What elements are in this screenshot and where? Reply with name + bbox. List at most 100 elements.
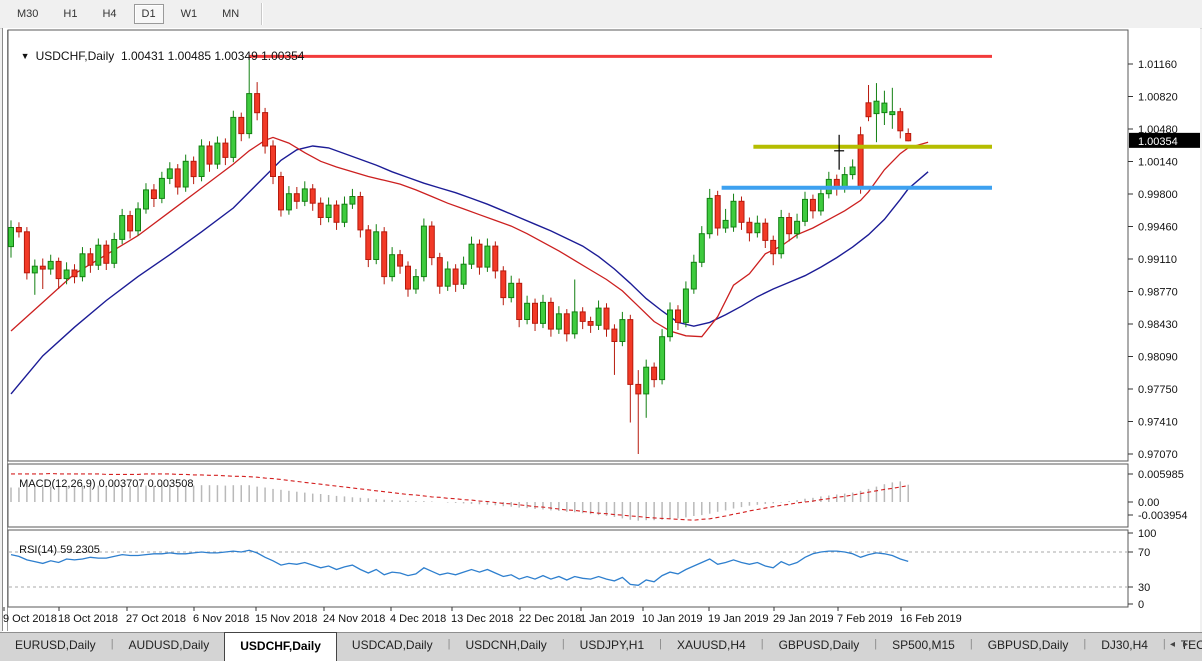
candle-body [183,161,188,187]
candle-body [691,262,696,289]
candle-body [612,329,617,341]
candle-body [223,143,228,157]
candle-body [493,246,498,271]
candle-body [755,223,760,233]
symbol-tab-bar: EURUSD,Daily|AUDUSD,DailyUSDCHF,DailyUSD… [0,632,1202,661]
candle-body [334,205,339,222]
price-chart-panel[interactable] [8,30,1128,461]
candle-body [699,234,704,263]
candle-body [818,194,823,211]
candle-body [429,226,434,258]
date-axis-label: 6 Nov 2018 [193,613,249,625]
candle-body [421,226,426,277]
macd-axis-label: 0.005985 [1138,469,1184,481]
price-axis-label: 0.99800 [1138,189,1178,201]
candle-body [263,113,268,146]
rsi-axis-label: 0 [1138,599,1144,611]
candle-body [358,197,363,230]
candle-body [771,240,776,253]
date-axis-label: 22 Dec 2018 [519,613,581,625]
chart-canvas[interactable]: 1.011601.008201.004801.001400.998000.994… [0,0,1202,660]
price-axis-label: 0.99110 [1138,254,1177,266]
candle-body [763,223,768,240]
candle-body [858,135,863,188]
candle-body [636,384,641,394]
tab-dj30-h4[interactable]: DJ30,H4 [1086,633,1163,661]
chart-title: ▼USDCHF,Daily 1.00431 1.00485 1.00349 1.… [14,35,304,63]
candle-body [810,199,815,210]
candle-body [906,134,911,141]
price-axis-label: 0.98430 [1138,319,1178,331]
rsi-panel[interactable] [8,530,1128,607]
candle-body [882,103,887,113]
candle-body [199,146,204,177]
candle-body [509,283,514,297]
candle-body [48,261,53,269]
tab-usdcad-daily[interactable]: USDCAD,Daily [337,633,448,661]
candle-body [803,199,808,221]
candle-body [40,266,45,269]
date-axis-label: 7 Feb 2019 [837,613,893,625]
macd-axis-label: 0.00 [1138,497,1159,509]
candle-body [32,266,37,273]
date-axis-label: 19 Jan 2019 [708,613,769,625]
tab-eurusd-daily[interactable]: EURUSD,Daily [0,633,111,661]
candle-body [326,205,331,217]
candle-body [104,245,109,263]
tab-gbpusd-daily[interactable]: GBPUSD,Daily [973,633,1084,661]
candle-body [350,197,355,205]
tab-audusd-daily[interactable]: AUDUSD,Daily [114,633,225,661]
candle-body [501,271,506,298]
candle-body [779,218,784,254]
price-axis-label: 1.01160 [1138,59,1177,71]
tab-xauusd-h4[interactable]: XAUUSD,H4 [662,633,761,661]
candle-body [16,228,21,232]
tab-usdjpy-h1[interactable]: USDJPY,H1 [565,633,659,661]
macd-title: MACD(12,26,9) 0.003707 0.003508 [13,466,193,490]
rsi-title: RSI(14) 59.2305 [13,532,100,556]
tab-usdchf-daily[interactable]: USDCHF,Daily [224,632,337,661]
candle-body [541,302,546,323]
candle-body [668,310,673,337]
candle-body [286,194,291,210]
price-axis-label: 0.97070 [1138,449,1178,461]
candle-body [707,198,712,233]
candle-body [445,269,450,286]
date-axis-label: 24 Nov 2018 [323,613,385,625]
candle-body [191,161,196,176]
macd-value-signal: 0.003508 [148,478,194,490]
candle-body [620,320,625,342]
candle-body [850,167,855,175]
tab-gbpusd-daily[interactable]: GBPUSD,Daily [764,633,875,661]
candle-body [24,232,29,273]
candle-body [247,94,252,134]
candle-body [461,264,466,284]
candle-body [628,320,633,385]
candle-body [898,112,903,131]
date-axis-label: 29 Jan 2019 [773,613,834,625]
chart-symbol-dropdown-icon[interactable]: ▼ [21,51,30,61]
candle-body [366,230,371,260]
tab-scroll-right-icon[interactable]: ▸ [1183,639,1196,650]
tab-sp500-m15[interactable]: SP500,M15 [877,633,970,661]
candle-body [747,222,752,233]
tab-scroll-left-icon[interactable]: ◂ [1170,639,1183,650]
candle-body [390,255,395,277]
tab-usdcnh-daily[interactable]: USDCNH,Daily [450,633,561,661]
date-axis-label: 15 Nov 2018 [255,613,317,625]
candle-body [271,146,276,177]
date-axis-label: 10 Jan 2019 [642,613,703,625]
candle-body [660,337,665,380]
macd-label: MACD(12,26,9) [19,478,95,490]
date-axis-label: 27 Oct 2018 [126,613,186,625]
candle-body [731,201,736,227]
candle-body [120,216,125,240]
macd-value-main: 0.003707 [99,478,145,490]
price-axis-label: 1.00140 [1138,157,1178,169]
price-axis-label: 1.00820 [1138,92,1178,104]
candle-body [874,101,879,113]
candle-body [136,209,141,231]
date-axis-label: 9 Oct 2018 [3,613,57,625]
candle-body [112,240,117,264]
candle-body [676,310,681,322]
